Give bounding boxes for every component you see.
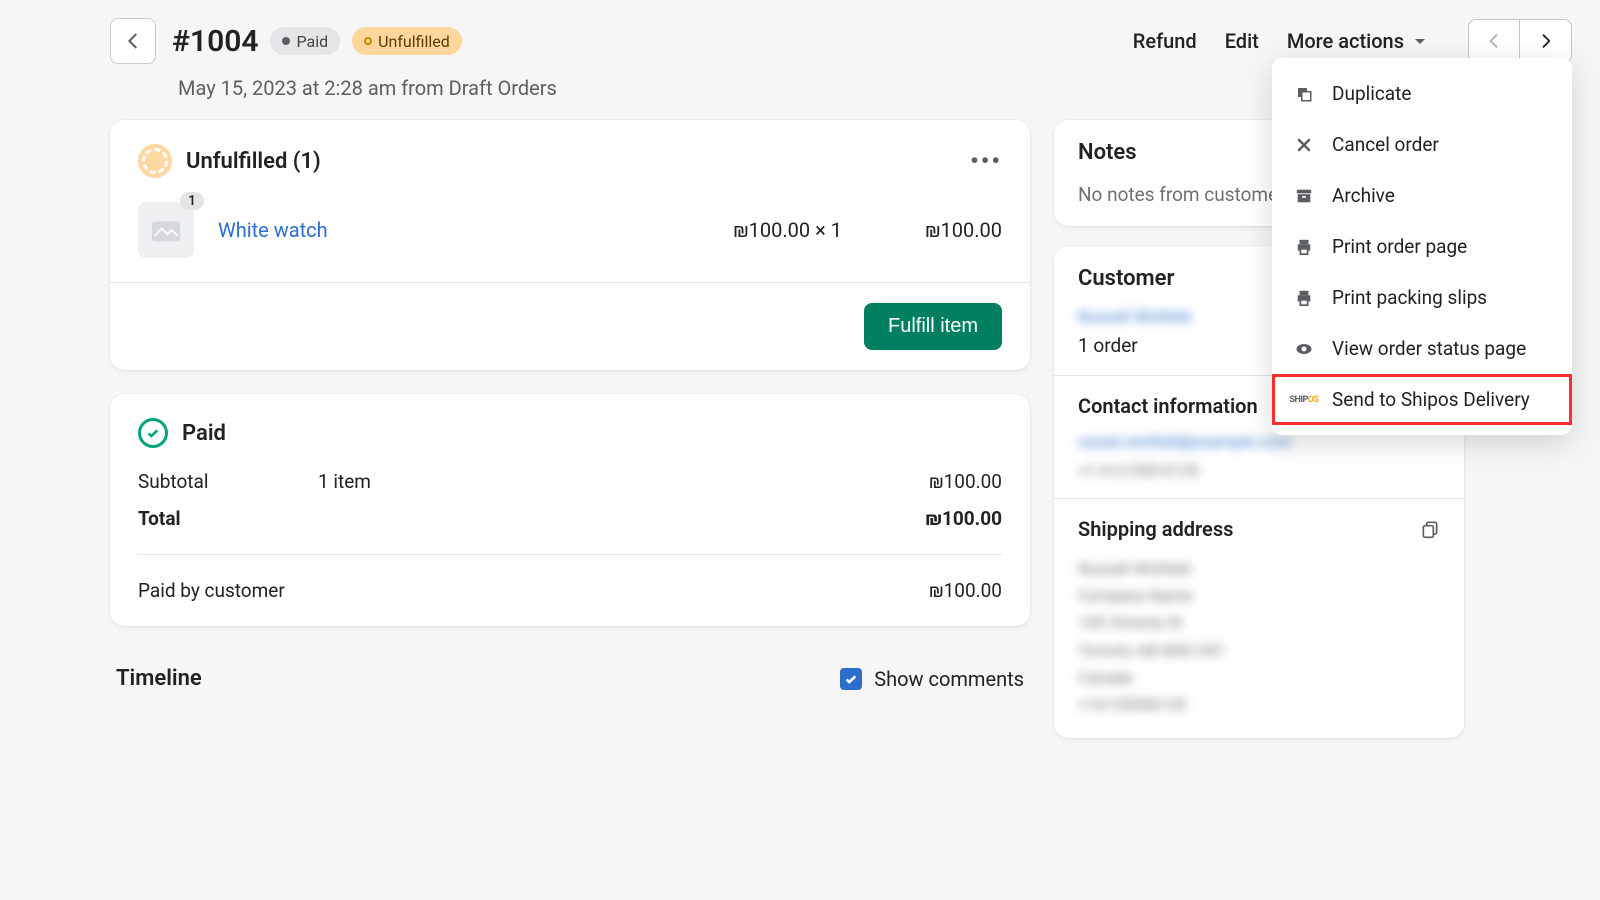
back-button[interactable] xyxy=(110,18,156,64)
ship-name: Russell Winfield xyxy=(1078,555,1440,582)
timeline-heading: Timeline xyxy=(116,666,202,691)
total-label: Total xyxy=(138,507,318,530)
ship-phone-2: +16135550135 xyxy=(1078,691,1440,718)
product-thumbnail: 1 xyxy=(138,202,194,258)
caret-down-icon xyxy=(1412,33,1428,49)
fulfill-item-button[interactable]: Fulfill item xyxy=(864,303,1002,350)
print-icon xyxy=(1294,238,1314,256)
menu-archive[interactable]: Archive xyxy=(1272,170,1572,221)
menu-print-packing[interactable]: Print packing slips xyxy=(1272,272,1572,323)
customer-phone: +1 613-555-0135 xyxy=(1078,461,1440,480)
eye-icon xyxy=(1294,339,1314,359)
show-comments-label: Show comments xyxy=(874,667,1024,691)
more-actions-button[interactable]: More actions xyxy=(1287,29,1428,53)
close-icon xyxy=(1294,137,1314,153)
order-number: #1004 xyxy=(172,24,258,59)
more-actions-menu: Duplicate Cancel order Archive Print ord… xyxy=(1272,58,1572,435)
shipos-icon: SHIPOS xyxy=(1294,395,1314,405)
shipping-address-heading: Shipping address xyxy=(1078,517,1440,541)
prev-order-button[interactable] xyxy=(1468,19,1520,63)
paid-badge: Paid xyxy=(270,27,340,55)
ship-country: Canada xyxy=(1078,664,1440,691)
line-item-total: ₪100.00 xyxy=(842,218,1002,242)
unfulfilled-heading: Unfulfilled (1) xyxy=(186,149,321,174)
unfulfilled-status-icon xyxy=(138,144,172,178)
paid-status-icon xyxy=(138,418,168,448)
next-order-button[interactable] xyxy=(1520,19,1572,63)
ship-street: 105 Victoria St xyxy=(1078,609,1440,636)
paid-heading: Paid xyxy=(182,421,226,446)
line-item-price-qty: ₪100.00 × 1 xyxy=(733,218,842,242)
subtotal-amount: ₪100.00 xyxy=(842,470,1002,493)
subtotal-qty: 1 item xyxy=(318,470,842,493)
print-icon xyxy=(1294,289,1314,307)
product-link[interactable]: White watch xyxy=(218,218,328,242)
subtotal-label: Subtotal xyxy=(138,470,318,493)
menu-view-status[interactable]: View order status page xyxy=(1272,323,1572,374)
menu-print-order[interactable]: Print order page xyxy=(1272,221,1572,272)
ship-company: Company Name xyxy=(1078,582,1440,609)
menu-duplicate[interactable]: Duplicate xyxy=(1272,68,1572,119)
paid-by-customer-amount: ₪100.00 xyxy=(842,579,1002,602)
menu-send-shipos[interactable]: SHIPOS Send to Shipos Delivery xyxy=(1272,374,1572,425)
show-comments-checkbox[interactable] xyxy=(840,668,862,690)
paid-by-customer-label: Paid by customer xyxy=(138,579,842,602)
copy-address-icon[interactable] xyxy=(1420,519,1440,539)
line-item: 1 White watch ₪100.00 × 1 ₪100.00 xyxy=(138,202,1002,258)
thumbnail-count: 1 xyxy=(180,192,204,210)
menu-cancel-order[interactable]: Cancel order xyxy=(1272,119,1572,170)
archive-icon xyxy=(1294,187,1314,205)
edit-button[interactable]: Edit xyxy=(1225,29,1259,53)
unfulfilled-overflow-button[interactable]: ••• xyxy=(970,147,1002,175)
ship-city: Toronto AB M5C1N7 xyxy=(1078,637,1440,664)
duplicate-icon xyxy=(1294,85,1314,103)
unfulfilled-badge: Unfulfilled xyxy=(352,27,462,55)
refund-button[interactable]: Refund xyxy=(1133,29,1197,53)
total-amount: ₪100.00 xyxy=(842,507,1002,530)
